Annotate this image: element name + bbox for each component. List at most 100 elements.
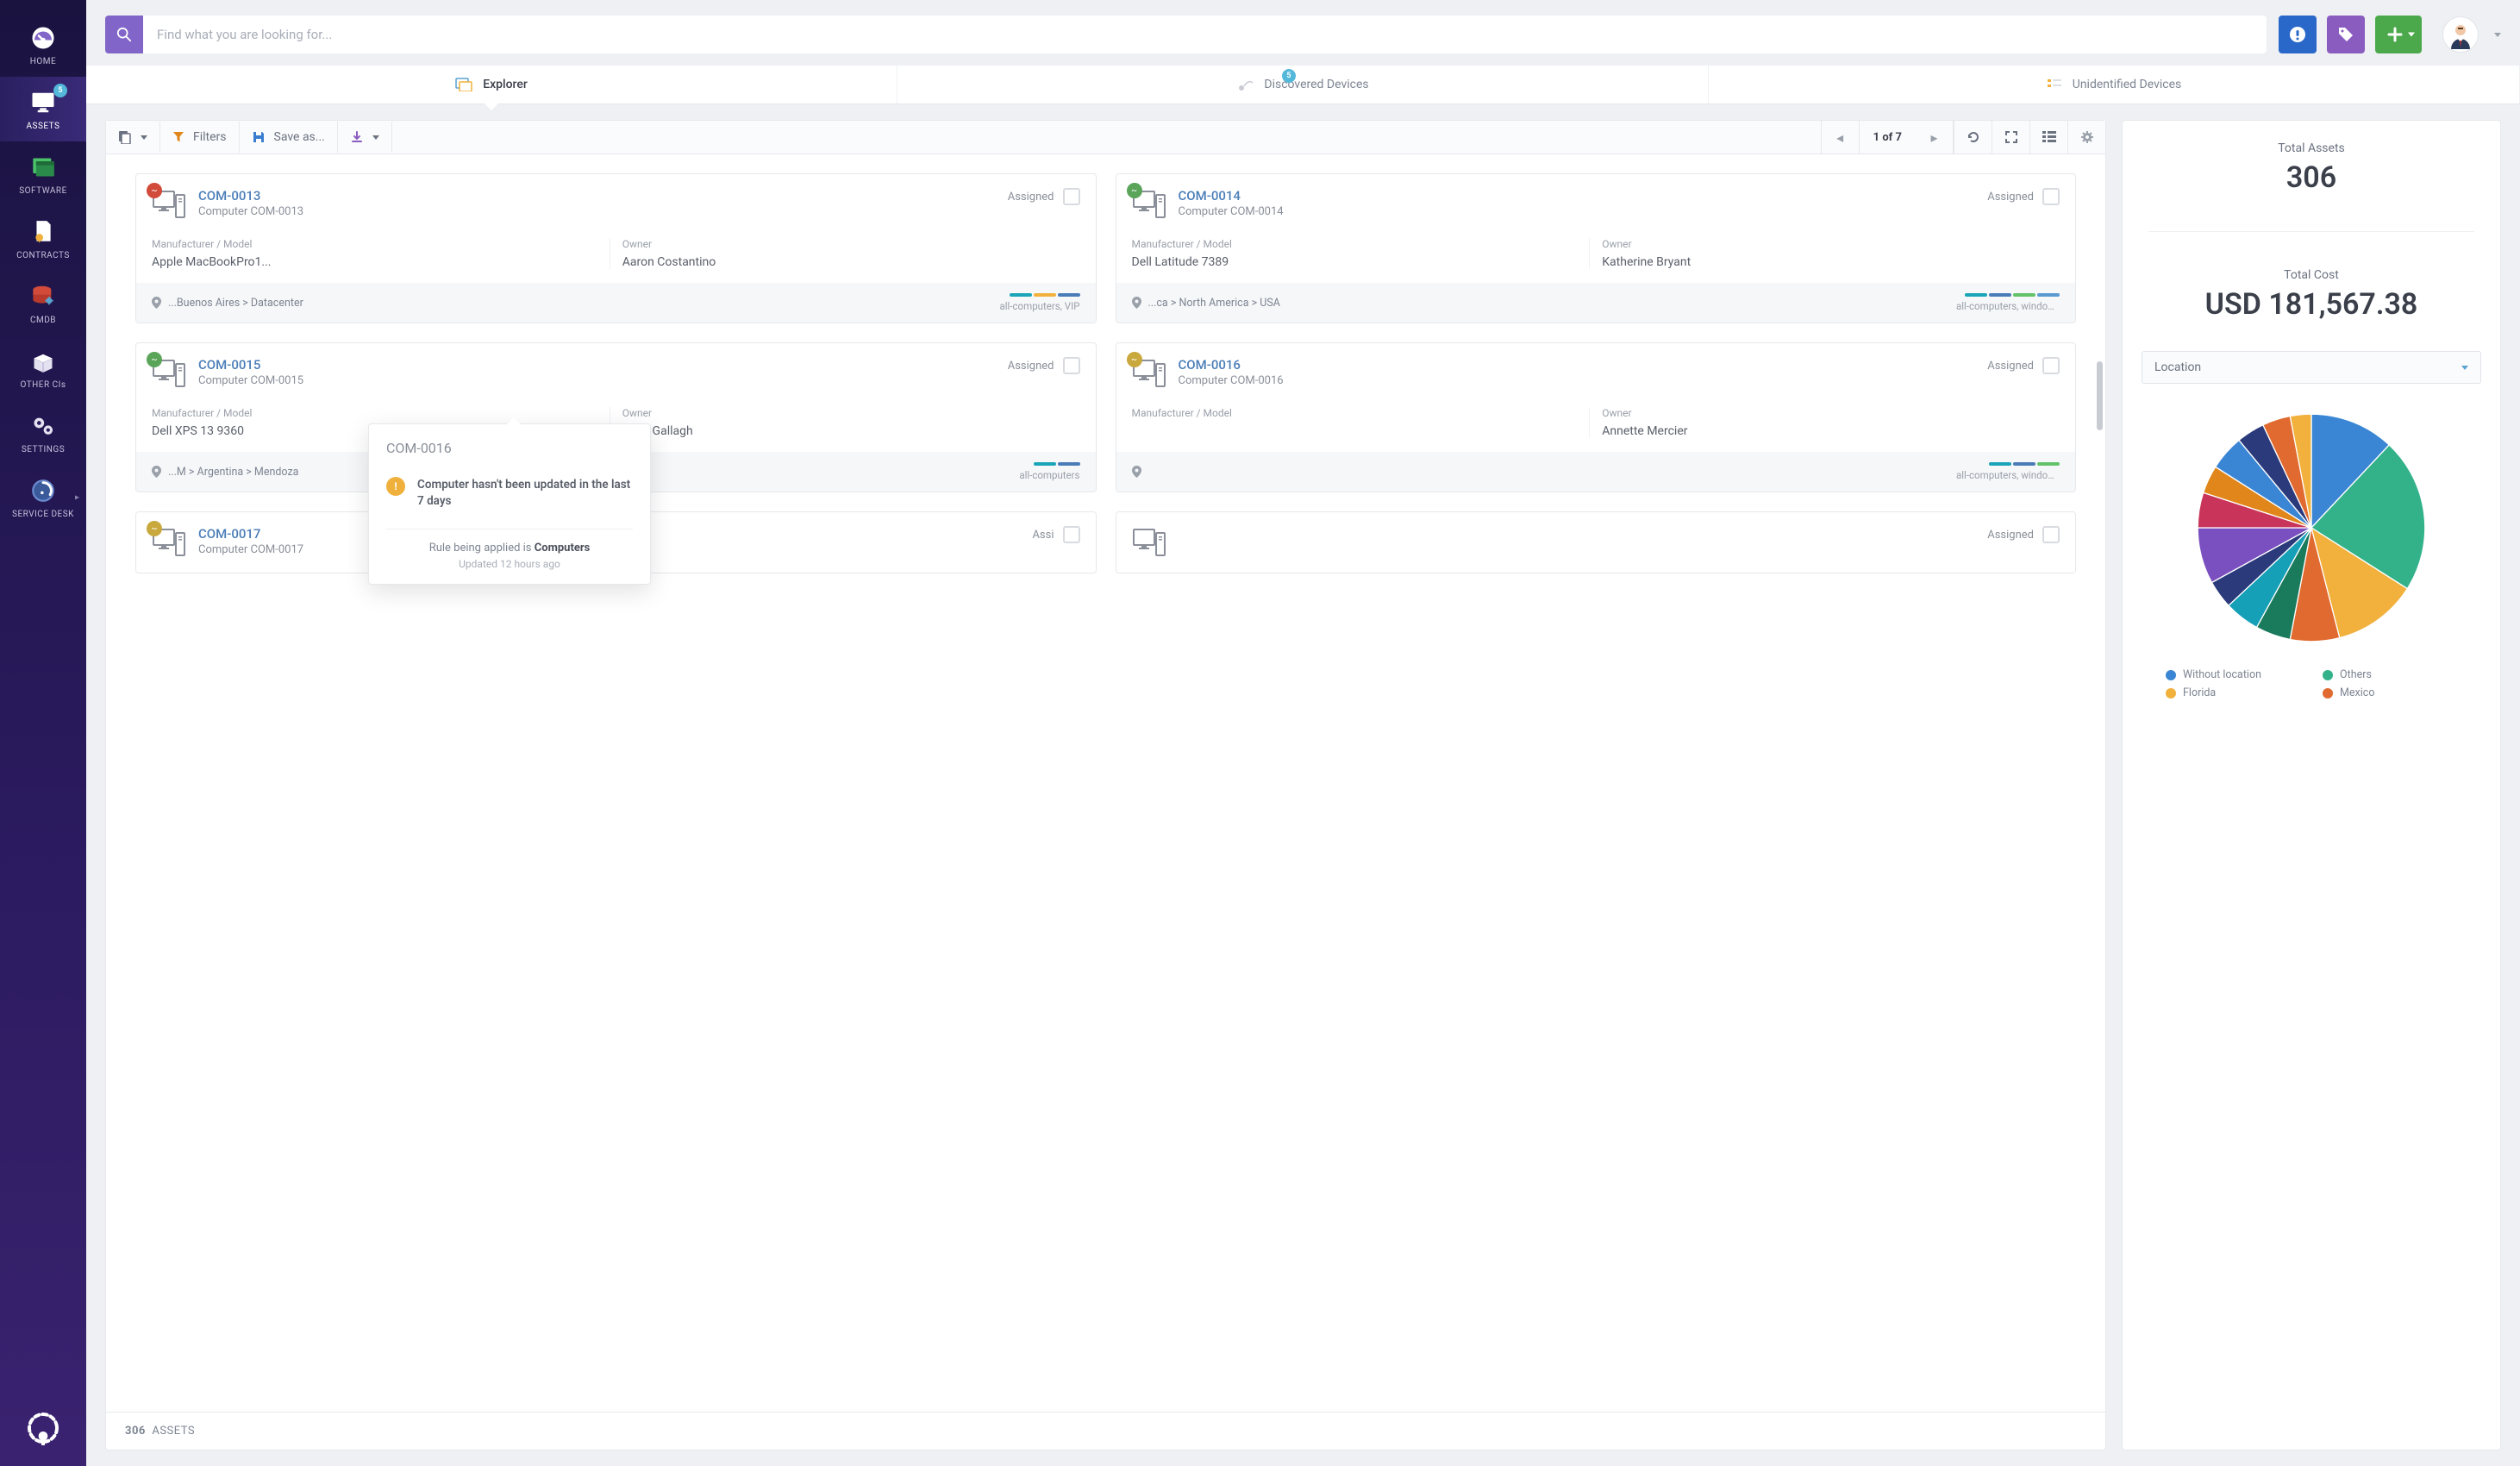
manufacturer-label: Manufacturer / Model [152,407,597,419]
box-icon [29,348,57,375]
sidebar-item-other-cis[interactable]: OTHER CIs [0,335,86,400]
scrollbar-thumb[interactable] [2097,361,2103,430]
unidentified-icon [2047,78,2062,91]
tags-button[interactable] [2327,16,2365,53]
top-actions [2279,16,2501,53]
explorer-footer: 306 ASSETS [106,1412,2105,1450]
asset-card[interactable]: Assigned [1116,511,2077,573]
asset-card[interactable]: ~ COM-0013 Computer COM-0013 Assigned Ma… [135,173,1097,323]
card-location: ...M > Argentina > Mendoza [152,466,298,479]
total-cost-label: Total Cost [2148,268,2474,282]
avatar-dropdown-icon[interactable] [2494,33,2501,37]
card-checkbox[interactable] [2042,526,2060,543]
search-button[interactable] [105,16,143,53]
sidebar-item-cmdb[interactable]: CMDB [0,271,86,335]
card-id[interactable]: COM-0016 [1179,357,1976,373]
sidebar-item-assets[interactable]: 5 ASSETS [0,77,86,141]
card-tags: all-computers, VIP [1000,300,1080,312]
copy-icon [118,130,132,144]
asset-card[interactable]: ~ COM-0016 Computer COM-0016 Assigned Ma… [1116,342,2077,492]
status-dot-icon: ~ [1127,352,1142,367]
page-prev-button[interactable]: ◂ [1822,121,1860,153]
location-icon [1132,297,1141,309]
sidebar-item-home[interactable]: HOME [0,12,86,77]
card-tags: all-computers [1019,469,1079,481]
document-icon [29,218,57,246]
card-status: Assigned [1987,360,2034,373]
card-checkbox[interactable] [2042,357,2060,374]
cards-container[interactable]: ~ COM-0013 Computer COM-0013 Assigned Ma… [106,154,2105,1412]
tab-discovered[interactable]: 5 Discovered Devices [897,66,1709,103]
save-as-button[interactable]: Save as... [240,122,338,153]
manufacturer-label: Manufacturer / Model [1132,407,1578,419]
dropdown-label: Location [2154,360,2201,374]
card-name: Computer COM-0015 [198,374,996,387]
owner-value: Mary Gallagh [622,424,1068,438]
warning-icon: ! [386,477,405,496]
tab-unidentified[interactable]: Unidentified Devices [1709,66,2520,103]
fullscreen-button[interactable] [1992,121,2029,153]
total-assets-label: Total Assets [2148,141,2474,155]
download-button[interactable] [338,122,392,153]
owner-label: Owner [622,238,1068,250]
tab-explorer[interactable]: Explorer [86,66,897,103]
caret-icon [141,135,147,140]
sidebar-item-settings[interactable]: SETTINGS [0,400,86,465]
avatar-icon [2446,20,2475,49]
manufacturer-label: Manufacturer / Model [152,238,597,250]
location-dropdown[interactable]: Location [2142,351,2481,384]
card-id[interactable]: COM-0015 [198,357,996,373]
legend-item[interactable]: Others [2323,668,2457,681]
expand-icon [2004,130,2018,144]
total-cost-value: USD 181,567.38 [2148,287,2474,322]
explorer-toolbar: Filters Save as... ◂ 1 of 7 ▸ [106,121,2105,154]
sidebar-item-contracts[interactable]: CONTRACTS [0,206,86,271]
tab-badge: 5 [1282,69,1296,83]
list-view-button[interactable] [2029,121,2067,153]
card-name: Computer COM-0013 [198,205,996,218]
add-button[interactable] [2375,16,2422,53]
sidebar-label: SETTINGS [22,445,65,454]
card-checkbox[interactable] [1063,526,1080,543]
sidebar-label: SERVICE DESK [12,510,74,519]
owner-value: Katherine Bryant [1602,255,2048,269]
legend-label: Others [2340,668,2372,681]
service-desk-icon [29,477,57,504]
sidebar-item-service-desk[interactable]: ▸ SERVICE DESK [0,465,86,529]
content-row: Filters Save as... ◂ 1 of 7 ▸ [86,104,2520,1466]
card-name: Computer COM-0014 [1179,205,1976,218]
pagination: ◂ 1 of 7 ▸ [1821,121,1954,153]
sidebar-item-software[interactable]: SOFTWARE [0,141,86,206]
location-icon [1132,466,1141,478]
legend-dot [2323,670,2333,680]
asset-card[interactable]: ~ COM-0014 Computer COM-0014 Assigned Ma… [1116,173,2077,323]
search-input[interactable] [143,16,2267,53]
card-checkbox[interactable] [1063,188,1080,205]
card-id[interactable]: COM-0014 [1179,188,1976,204]
main-area: Explorer 5 Discovered Devices Unidentifi… [86,0,2520,1466]
settings-button[interactable] [2067,121,2105,153]
legend-item[interactable]: Mexico [2323,686,2457,699]
card-status: Assi [1032,529,1054,542]
user-avatar[interactable] [2442,16,2479,53]
refresh-button[interactable] [1954,121,1992,153]
card-checkbox[interactable] [1063,357,1080,374]
legend-label: Mexico [2340,686,2374,699]
refresh-icon [1967,130,1980,144]
tab-label: Discovered Devices [1264,78,1368,91]
view-menu[interactable] [106,122,160,153]
filters-button[interactable]: Filters [160,122,240,153]
location-icon [152,297,161,309]
btn-label: Save as... [274,130,325,144]
alerts-button[interactable] [2279,16,2317,53]
owner-label: Owner [1602,407,2048,419]
legend-item[interactable]: Without location [2166,668,2300,681]
card-id[interactable]: COM-0013 [198,188,996,204]
total-assets-value: 306 [2148,160,2474,195]
legend-item[interactable]: Florida [2166,686,2300,699]
pie-chart [2123,399,2500,661]
card-checkbox[interactable] [2042,188,2060,205]
page-next-button[interactable]: ▸ [1916,121,1954,153]
sidebar-label: HOME [30,57,56,66]
legend-dot [2166,670,2176,680]
